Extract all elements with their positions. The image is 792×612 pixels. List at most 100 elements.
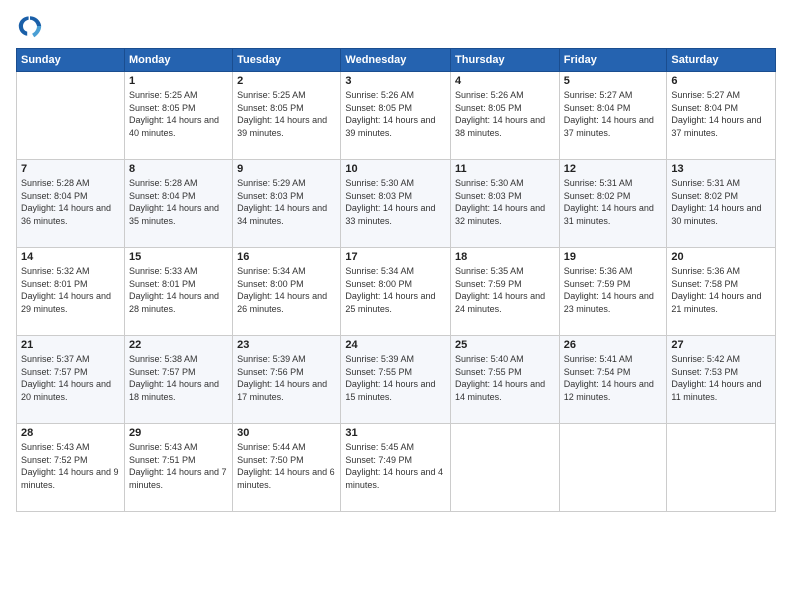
calendar-cell: 8Sunrise: 5:28 AM Sunset: 8:04 PM Daylig… [124,160,232,248]
day-info: Sunrise: 5:39 AM Sunset: 7:56 PM Dayligh… [237,353,336,403]
logo-icon [16,12,44,40]
day-info: Sunrise: 5:41 AM Sunset: 7:54 PM Dayligh… [564,353,663,403]
day-number: 5 [564,75,663,87]
day-info: Sunrise: 5:35 AM Sunset: 7:59 PM Dayligh… [455,265,555,315]
calendar-cell: 16 Sunrise: 5:34 AM Sunset: 8:00 PM Dayli… [233,248,341,336]
day-info: Sunrise: 5:31 AM Sunset: 8:02 PM Dayligh… [564,177,663,227]
day-info: Sunrise: 5:38 AM Sunset: 7:57 PM Dayligh… [129,353,228,403]
day-info: Sunrise: 5:26 AM Sunset: 8:05 PM Dayligh… [345,89,446,139]
day-info: Sunrise: 5:43 AM Sunset: 7:52 PM Dayligh… [21,441,120,491]
weekday-header-wednesday: Wednesday [341,49,451,72]
day-info: Sunrise: 5:32 AM Sunset: 8:01 PM Dayligh… [21,265,120,315]
calendar-cell: 2Sunrise: 5:25 AM Sunset: 8:05 PM Daylig… [233,72,341,160]
week-row-4: 21Sunrise: 5:37 AM Sunset: 7:57 PM Dayli… [17,336,776,424]
day-info: Sunrise: 5:44 AM Sunset: 7:50 PM Dayligh… [237,441,336,491]
calendar-cell: 6 Sunrise: 5:27 AM Sunset: 8:04 PM Daylig… [667,72,776,160]
weekday-header-monday: Monday [124,49,232,72]
day-info: Sunrise: 5:29 AM Sunset: 8:03 PM Dayligh… [237,177,336,227]
calendar-cell: 28 Sunrise: 5:43 AM Sunset: 7:52 PM Dayli… [17,424,125,512]
calendar-cell: 21Sunrise: 5:37 AM Sunset: 7:57 PM Dayli… [17,336,125,424]
day-number: 15 [129,251,228,263]
day-info: Sunrise: 5:25 AM Sunset: 8:05 PM Dayligh… [129,89,228,139]
day-number: 11 [455,163,555,175]
calendar-cell: 18 Sunrise: 5:35 AM Sunset: 7:59 PM Dayli… [451,248,560,336]
day-number: 14 [21,251,120,263]
week-row-2: 7Sunrise: 5:28 AM Sunset: 8:04 PM Daylig… [17,160,776,248]
calendar-cell: 22Sunrise: 5:38 AM Sunset: 7:57 PM Dayli… [124,336,232,424]
day-number: 1 [129,75,228,87]
day-number: 18 [455,251,555,263]
day-info: Sunrise: 5:27 AM Sunset: 8:04 PM Dayligh… [671,89,771,139]
day-number: 21 [21,339,120,351]
calendar-cell: 12 Sunrise: 5:31 AM Sunset: 8:02 PM Dayli… [559,160,667,248]
logo [16,12,48,40]
week-row-1: 1 Sunrise: 5:25 AM Sunset: 8:05 PM Daylig… [17,72,776,160]
calendar-cell: 26Sunrise: 5:41 AM Sunset: 7:54 PM Dayli… [559,336,667,424]
day-number: 16 [237,251,336,263]
day-info: Sunrise: 5:33 AM Sunset: 8:01 PM Dayligh… [129,265,228,315]
weekday-header-tuesday: Tuesday [233,49,341,72]
day-info: Sunrise: 5:26 AM Sunset: 8:05 PM Dayligh… [455,89,555,139]
day-number: 27 [671,339,771,351]
day-number: 30 [237,427,336,439]
day-info: Sunrise: 5:30 AM Sunset: 8:03 PM Dayligh… [345,177,446,227]
calendar-cell: 24 Sunrise: 5:39 AM Sunset: 7:55 PM Dayli… [341,336,451,424]
day-number: 8 [129,163,228,175]
day-number: 31 [345,427,446,439]
weekday-header-sunday: Sunday [17,49,125,72]
week-row-3: 14 Sunrise: 5:32 AM Sunset: 8:01 PM Dayli… [17,248,776,336]
calendar-cell: 9 Sunrise: 5:29 AM Sunset: 8:03 PM Daylig… [233,160,341,248]
day-number: 19 [564,251,663,263]
calendar-cell: 10 Sunrise: 5:30 AM Sunset: 8:03 PM Dayli… [341,160,451,248]
calendar-cell: 25Sunrise: 5:40 AM Sunset: 7:55 PM Dayli… [451,336,560,424]
calendar-table: SundayMondayTuesdayWednesdayThursdayFrid… [16,48,776,512]
calendar-cell: 31 Sunrise: 5:45 AM Sunset: 7:49 PM Dayli… [341,424,451,512]
day-info: Sunrise: 5:27 AM Sunset: 8:04 PM Dayligh… [564,89,663,139]
calendar-cell: 11 Sunrise: 5:30 AM Sunset: 8:03 PM Dayli… [451,160,560,248]
day-number: 13 [671,163,771,175]
calendar-header: SundayMondayTuesdayWednesdayThursdayFrid… [17,49,776,72]
week-row-5: 28 Sunrise: 5:43 AM Sunset: 7:52 PM Dayli… [17,424,776,512]
day-number: 20 [671,251,771,263]
calendar-cell: 4 Sunrise: 5:26 AM Sunset: 8:05 PM Daylig… [451,72,560,160]
day-number: 23 [237,339,336,351]
day-number: 3 [345,75,446,87]
day-info: Sunrise: 5:45 AM Sunset: 7:49 PM Dayligh… [345,441,446,491]
day-info: Sunrise: 5:42 AM Sunset: 7:53 PM Dayligh… [671,353,771,403]
day-info: Sunrise: 5:36 AM Sunset: 7:59 PM Dayligh… [564,265,663,315]
page: SundayMondayTuesdayWednesdayThursdayFrid… [0,0,792,612]
day-info: Sunrise: 5:43 AM Sunset: 7:51 PM Dayligh… [129,441,228,491]
calendar-cell: 20 Sunrise: 5:36 AM Sunset: 7:58 PM Dayli… [667,248,776,336]
day-info: Sunrise: 5:36 AM Sunset: 7:58 PM Dayligh… [671,265,771,315]
day-number: 12 [564,163,663,175]
day-number: 29 [129,427,228,439]
calendar-cell: 15 Sunrise: 5:33 AM Sunset: 8:01 PM Dayli… [124,248,232,336]
day-number: 9 [237,163,336,175]
day-number: 4 [455,75,555,87]
calendar-cell: 29 Sunrise: 5:43 AM Sunset: 7:51 PM Dayli… [124,424,232,512]
day-number: 10 [345,163,446,175]
day-number: 2 [237,75,336,87]
day-info: Sunrise: 5:30 AM Sunset: 8:03 PM Dayligh… [455,177,555,227]
weekday-header-saturday: Saturday [667,49,776,72]
day-info: Sunrise: 5:34 AM Sunset: 8:00 PM Dayligh… [345,265,446,315]
calendar-cell: 30 Sunrise: 5:44 AM Sunset: 7:50 PM Dayli… [233,424,341,512]
weekday-header-thursday: Thursday [451,49,560,72]
day-number: 28 [21,427,120,439]
calendar-cell: 3 Sunrise: 5:26 AM Sunset: 8:05 PM Daylig… [341,72,451,160]
calendar-cell [667,424,776,512]
day-info: Sunrise: 5:39 AM Sunset: 7:55 PM Dayligh… [345,353,446,403]
calendar-cell [451,424,560,512]
weekday-header-row: SundayMondayTuesdayWednesdayThursdayFrid… [17,49,776,72]
day-number: 7 [21,163,120,175]
header [16,12,776,40]
day-number: 17 [345,251,446,263]
calendar-cell: 19 Sunrise: 5:36 AM Sunset: 7:59 PM Dayli… [559,248,667,336]
day-number: 6 [671,75,771,87]
day-info: Sunrise: 5:31 AM Sunset: 8:02 PM Dayligh… [671,177,771,227]
calendar-cell: 1 Sunrise: 5:25 AM Sunset: 8:05 PM Daylig… [124,72,232,160]
calendar-cell: 5 Sunrise: 5:27 AM Sunset: 8:04 PM Daylig… [559,72,667,160]
day-info: Sunrise: 5:34 AM Sunset: 8:00 PM Dayligh… [237,265,336,315]
day-number: 24 [345,339,446,351]
weekday-header-friday: Friday [559,49,667,72]
